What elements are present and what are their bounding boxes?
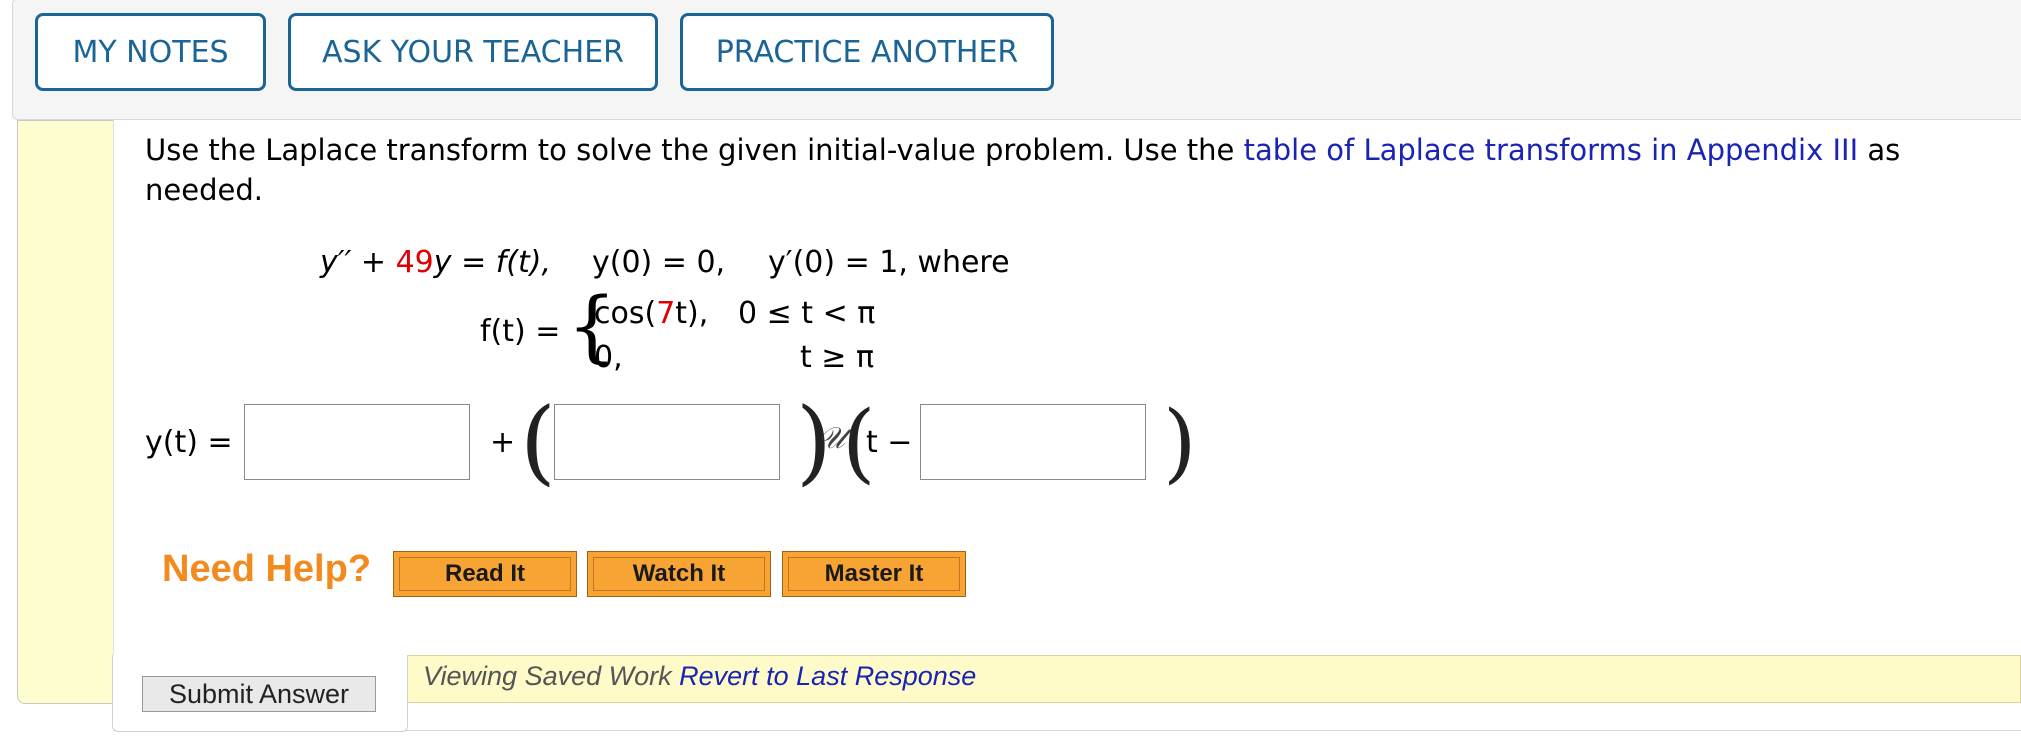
unit-step-symbol: 𝒰	[818, 421, 845, 456]
t-minus: t −	[866, 425, 913, 460]
watch-it-label: Watch It	[632, 560, 726, 587]
case1-func: cos(	[594, 296, 657, 331]
step-close-paren: )	[1163, 393, 1197, 493]
read-it-label: Read It	[444, 560, 525, 587]
read-it-button[interactable]: Read It	[393, 551, 577, 597]
practice-another-button[interactable]: PRACTICE ANOTHER	[680, 13, 1054, 91]
need-help-label: Need Help?	[162, 548, 372, 590]
answer-field-3[interactable]	[920, 404, 1146, 480]
saved-work-message: Viewing Saved Work Revert to Last Respon…	[423, 661, 976, 692]
piecewise-condition-2: t ≥ π	[800, 340, 875, 375]
prompt-text: Use the Laplace transform to solve the g…	[145, 133, 1244, 167]
case1-close: t),	[675, 296, 709, 331]
my-notes-button[interactable]: MY NOTES	[35, 13, 266, 91]
piecewise-case-1: cos(7t),	[594, 296, 708, 331]
answer-label: y(t) =	[145, 425, 233, 460]
open-paren: (	[520, 388, 556, 495]
watch-it-button[interactable]: Watch It	[587, 551, 771, 597]
equation-coefficient: 49	[395, 245, 434, 280]
question-prompt: Use the Laplace transform to solve the g…	[145, 130, 1945, 210]
initial-condition-1: y(0) = 0,	[592, 245, 726, 280]
submit-answer-button[interactable]: Submit Answer	[142, 676, 376, 712]
revert-link[interactable]: Revert to Last Response	[679, 661, 976, 691]
viewing-saved-text: Viewing Saved Work	[423, 661, 680, 691]
plus-sign: +	[490, 425, 516, 460]
ask-your-teacher-button[interactable]: ASK YOUR TEACHER	[288, 13, 658, 91]
equation-lhs: y′′ +	[320, 245, 396, 280]
answer-field-1[interactable]	[244, 404, 470, 480]
laplace-table-link[interactable]: table of Laplace transforms in Appendix …	[1244, 133, 1859, 167]
piecewise-condition-1: 0 ≤ t < π	[738, 296, 876, 331]
master-it-button[interactable]: Master It	[782, 551, 966, 597]
answer-field-2[interactable]	[554, 404, 780, 480]
case1-coefficient: 7	[656, 296, 676, 331]
differential-equation: y′′ + 49y = f(t),	[320, 245, 551, 280]
equation-rhs: y = f(t),	[433, 245, 552, 280]
piecewise-case-2: 0,	[594, 340, 623, 375]
initial-condition-2: y′(0) = 1, where	[768, 245, 1010, 280]
piecewise-lhs: f(t) =	[480, 314, 561, 349]
master-it-label: Master It	[824, 560, 924, 587]
